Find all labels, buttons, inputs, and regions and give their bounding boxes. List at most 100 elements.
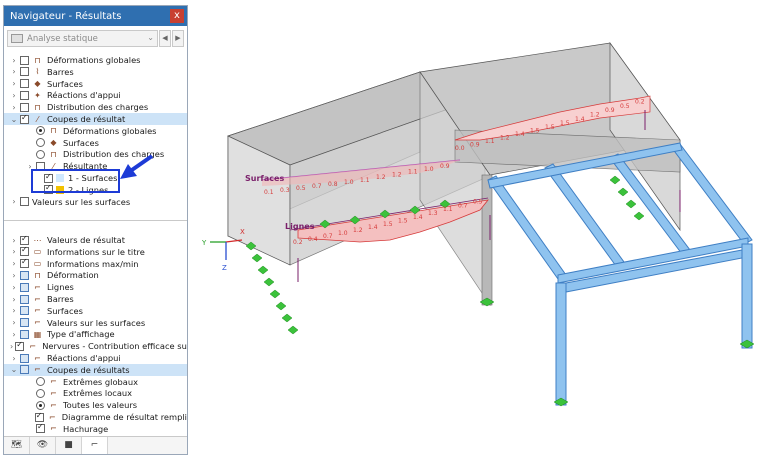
diagram-value-label: 1.2: [392, 171, 402, 178]
tree-checkbox[interactable]: [20, 318, 29, 328]
chevron-down-icon[interactable]: ⌄: [10, 365, 18, 374]
tree-checkbox[interactable]: [20, 113, 29, 124]
chevron-right-icon[interactable]: ›: [10, 271, 18, 280]
tree-checkbox[interactable]: [20, 353, 29, 363]
tree-checkbox[interactable]: [15, 340, 25, 351]
surface-icon: ◆: [50, 138, 57, 148]
chevron-right-icon[interactable]: ›: [10, 197, 18, 206]
tree-item[interactable]: ⌐ Extrêmes globaux: [4, 376, 187, 388]
tab-views-camera-icon[interactable]: ■: [56, 437, 82, 454]
tree-checkbox[interactable]: [20, 257, 29, 269]
tree-checkbox[interactable]: [20, 294, 29, 304]
chevron-right-icon[interactable]: ›: [10, 318, 18, 327]
diagram-value-label: 1.0: [344, 179, 354, 186]
model-viewport[interactable]: Y X Z Surfaces Lignes 0.2 0.4 0.7 1.0 1.2 1.4…: [190, 0, 760, 457]
analysis-type-select[interactable]: Analyse statique ⌄: [7, 30, 158, 47]
chevron-right-icon[interactable]: ›: [10, 247, 18, 256]
chevron-right-icon[interactable]: ›: [10, 330, 18, 339]
tree-item[interactable]: ⌐ Diagramme de résultat rempli: [4, 411, 187, 423]
diagram-value-label: 0.0: [455, 145, 465, 152]
tree-radio[interactable]: [36, 126, 45, 136]
tree-checkbox[interactable]: [20, 270, 29, 280]
tab-display-eye-icon[interactable]: 👁: [30, 437, 56, 454]
tree-checkbox[interactable]: [20, 365, 29, 375]
tree-radio[interactable]: [36, 388, 45, 398]
tree-checkbox[interactable]: [20, 79, 29, 89]
tree-item[interactable]: › ⋯ Valeurs de résultat: [4, 234, 187, 246]
chevron-right-icon[interactable]: ›: [10, 56, 18, 65]
close-icon[interactable]: x: [170, 9, 184, 23]
tree-checkbox[interactable]: [20, 102, 29, 112]
chevron-right-icon[interactable]: ›: [10, 306, 18, 315]
tree-item[interactable]: › Valeurs sur les surfaces: [4, 196, 187, 208]
tree-item[interactable]: › ▭ Informations max/min: [4, 257, 187, 270]
tree-item[interactable]: › ⌐ Valeurs sur les surfaces: [4, 317, 187, 329]
chevron-right-icon[interactable]: ›: [10, 67, 18, 76]
tree-item-label: Hachurage: [63, 423, 109, 434]
tree-item[interactable]: ⊓ Distribution des charges: [4, 148, 187, 160]
support-icon: [281, 313, 293, 323]
tree-item-label: Surfaces: [47, 78, 83, 89]
tree-item[interactable]: › ▦ Type d'affichage: [4, 328, 187, 340]
chevron-right-icon[interactable]: ›: [10, 91, 18, 100]
chevron-right-icon[interactable]: ›: [10, 342, 13, 351]
tree-item-label: Extrêmes globaux: [63, 376, 139, 387]
tree-checkbox[interactable]: [20, 55, 29, 65]
tree-item[interactable]: ⊓ Déformations globales: [4, 125, 187, 137]
diagram-value-label: 1.1: [443, 206, 453, 213]
tree-checkbox[interactable]: [34, 411, 44, 422]
tree-radio[interactable]: [36, 377, 45, 387]
chevron-right-icon[interactable]: ›: [10, 354, 18, 363]
tree-checkbox[interactable]: [20, 329, 29, 339]
next-button[interactable]: ▶: [172, 30, 184, 47]
tree-checkbox[interactable]: [20, 67, 29, 77]
result-sections-icon: ⌐: [34, 365, 41, 375]
tree-item[interactable]: › ⌐ Réactions d'appui: [4, 352, 187, 364]
tree-item[interactable]: ⌐ Toutes les valeurs: [4, 399, 187, 411]
tree-item[interactable]: › ⌐ Barres: [4, 293, 187, 305]
chevron-right-icon[interactable]: ›: [10, 79, 18, 88]
tree-item[interactable]: › ⌐ Lignes: [4, 281, 187, 293]
tree-checkbox[interactable]: [36, 422, 45, 434]
chevron-right-icon[interactable]: ›: [10, 103, 18, 112]
chevron-right-icon[interactable]: ›: [10, 283, 18, 292]
chevron-down-icon[interactable]: ⌄: [147, 33, 154, 42]
chevron-right-icon[interactable]: ›: [10, 259, 18, 268]
tree-checkbox[interactable]: [20, 306, 29, 316]
tree-item[interactable]: › ✦ Réactions d'appui: [4, 89, 187, 101]
tree-item[interactable]: ⌐ Hachurage: [4, 422, 187, 435]
tree-item[interactable]: › ⌐ Nervures - Contribution efficace sur l…: [4, 340, 187, 352]
tab-results-icon[interactable]: ⌐: [82, 437, 108, 454]
diagram-value-label: 1.4: [515, 131, 525, 138]
load-distribution-icon: ⊓: [50, 149, 57, 159]
tree-checkbox[interactable]: [20, 282, 29, 292]
tree-item[interactable]: › ⊓ Déformations globales: [4, 54, 187, 66]
chevron-right-icon[interactable]: ›: [10, 236, 18, 245]
tree-radio[interactable]: [36, 149, 45, 159]
support-reaction-icon: ✦: [34, 90, 41, 100]
tree-item[interactable]: › ⊓ Déformation: [4, 269, 187, 281]
chevron-right-icon[interactable]: ›: [10, 295, 18, 304]
tree-radio[interactable]: [36, 138, 45, 148]
previous-button[interactable]: ◀: [159, 30, 171, 47]
tab-data-icon[interactable]: 🗺: [4, 437, 30, 454]
tree-item[interactable]: › ⌇ Barres: [4, 66, 187, 78]
tree-item[interactable]: › ⌐ Surfaces: [4, 305, 187, 317]
tree-item[interactable]: ⌄ ⌐ Coupes de résultats: [4, 363, 187, 376]
tree-checkbox[interactable]: [20, 90, 29, 100]
support-reactions-icon: ⌐: [34, 353, 41, 363]
tree-checkbox[interactable]: [20, 197, 29, 207]
tree-item[interactable]: ◆ Surfaces: [4, 137, 187, 149]
tree-item[interactable]: ⌄ ⁄ Coupes de résultat: [4, 113, 187, 125]
tree-item[interactable]: › ▭ Informations sur le titre: [4, 245, 187, 258]
analysis-combo-row: Analyse statique ⌄ ◀ ▶: [7, 29, 184, 48]
tree-item[interactable]: › ◆ Surfaces: [4, 78, 187, 90]
tree-checkbox[interactable]: [20, 245, 29, 257]
tree-radio[interactable]: [36, 400, 45, 410]
tree-checkbox[interactable]: [20, 234, 29, 245]
tree-item-label: Déformation: [47, 270, 99, 281]
tree-item[interactable]: › ⊓ Distribution des charges: [4, 101, 187, 113]
tree-splitter[interactable]: [4, 220, 187, 228]
tree-item[interactable]: ⌐ Extrêmes locaux: [4, 387, 187, 399]
chevron-down-icon[interactable]: ⌄: [10, 115, 18, 124]
